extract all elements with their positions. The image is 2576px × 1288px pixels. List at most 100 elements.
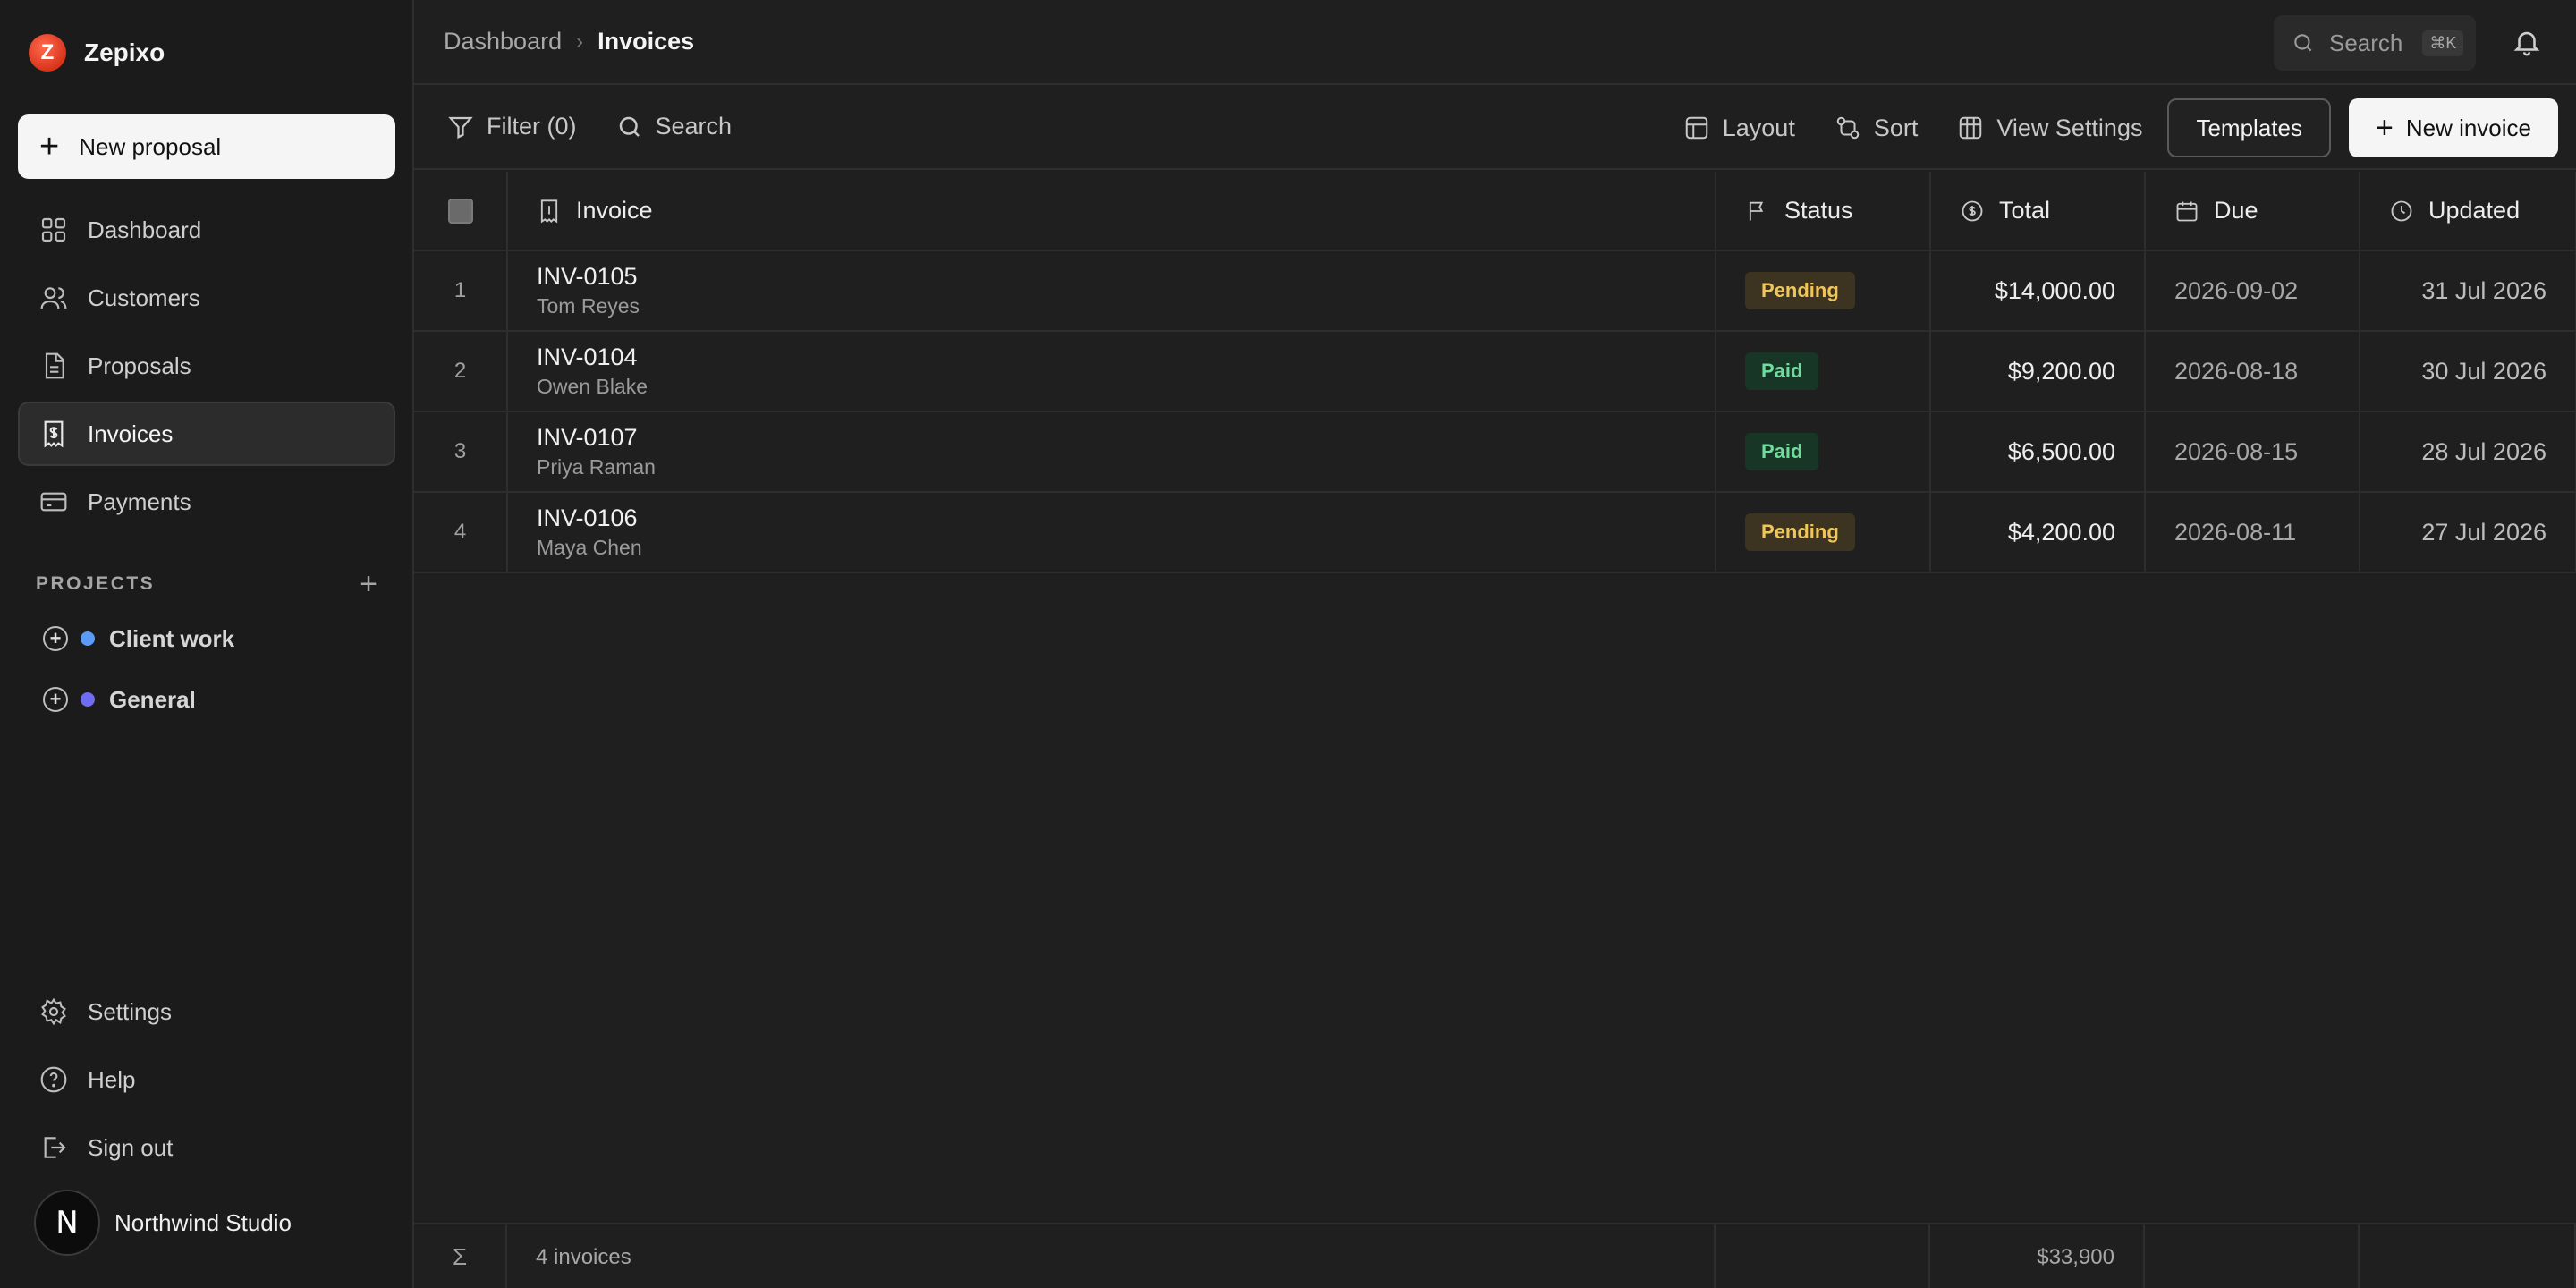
layout-icon bbox=[1685, 116, 1707, 140]
invoice-table: Invoice Status Total Due Updated 1 INV-0… bbox=[414, 172, 2576, 573]
invoice-cell[interactable]: INV-0105 Tom Reyes bbox=[507, 250, 1716, 332]
table-row[interactable]: 3 INV-0107 Priya Raman Paid $6,500.00 20… bbox=[414, 411, 2576, 493]
account-name: Northwind Studio bbox=[114, 1208, 292, 1236]
help-icon bbox=[40, 1066, 67, 1093]
sidebar-item-label: Help bbox=[88, 1065, 136, 1093]
calendar-icon bbox=[2176, 201, 2198, 221]
search-placeholder: Search bbox=[2329, 29, 2403, 56]
updated-cell: 30 Jul 2026 bbox=[2360, 331, 2576, 412]
new-proposal-label: New proposal bbox=[79, 132, 222, 160]
new-invoice-label: New invoice bbox=[2405, 114, 2531, 141]
status-cell[interactable]: Paid bbox=[1716, 411, 1931, 493]
project-label: Client work bbox=[109, 624, 235, 652]
sidebar-item-settings[interactable]: Settings bbox=[18, 979, 395, 1044]
project-color-dot bbox=[80, 631, 95, 646]
sidebar-item-dashboard[interactable]: Dashboard bbox=[18, 198, 395, 262]
plus-icon: + bbox=[39, 128, 60, 165]
layout-button[interactable]: Layout bbox=[1683, 114, 1795, 142]
users-icon bbox=[40, 287, 67, 309]
column-header-status[interactable]: Status bbox=[1716, 172, 1931, 251]
sort-button[interactable]: Sort bbox=[1835, 114, 1919, 142]
sidebar-item-sign-out[interactable]: Sign out bbox=[18, 1115, 395, 1180]
invoice-id: INV-0105 bbox=[537, 263, 638, 290]
sort-label: Sort bbox=[1873, 114, 1919, 141]
page-title: Invoices bbox=[597, 28, 695, 55]
invoice-cell[interactable]: INV-0104 Owen Blake bbox=[507, 331, 1716, 412]
search-icon bbox=[619, 116, 640, 137]
bell-icon[interactable] bbox=[2512, 27, 2542, 57]
project-general[interactable]: + General bbox=[43, 674, 383, 724]
sidebar-item-label: Customers bbox=[88, 284, 200, 311]
expand-project-icon[interactable]: + bbox=[43, 687, 68, 712]
due-cell: 2026-08-11 bbox=[2145, 492, 2360, 573]
sidebar-nav: Dashboard Customers Proposals Invoices P… bbox=[18, 198, 395, 538]
column-label: Due bbox=[2214, 197, 2258, 224]
filter-button[interactable]: Filter (0) bbox=[447, 113, 577, 140]
topbar: Dashboard › Invoices Search ⌘K bbox=[414, 0, 2576, 85]
sidebar-item-customers[interactable]: Customers bbox=[18, 266, 395, 330]
sidebar-item-help[interactable]: Help bbox=[18, 1047, 395, 1112]
summary-due-cell bbox=[2145, 1224, 2360, 1288]
total-cell: $4,200.00 bbox=[1930, 492, 2146, 573]
table-row[interactable]: 1 INV-0105 Tom Reyes Pending $14,000.00 … bbox=[414, 250, 2576, 332]
summary-updated-cell bbox=[2360, 1224, 2576, 1288]
column-header-total[interactable]: Total bbox=[1930, 172, 2146, 251]
brand-name: Zepixo bbox=[84, 38, 165, 66]
project-color-dot bbox=[80, 692, 95, 707]
status-cell[interactable]: Pending bbox=[1716, 250, 1931, 332]
sidebar-item-proposals[interactable]: Proposals bbox=[18, 334, 395, 398]
clock-icon bbox=[2391, 200, 2412, 221]
brand-logo: Z bbox=[29, 34, 66, 72]
global-search-input[interactable]: Search ⌘K bbox=[2274, 15, 2476, 71]
project-label: General bbox=[109, 685, 196, 713]
flag-icon bbox=[1749, 201, 1764, 220]
column-header-invoice[interactable]: Invoice bbox=[507, 172, 1716, 251]
main-content: Dashboard › Invoices Search ⌘K Filter (0… bbox=[414, 0, 2576, 1288]
due-cell: 2026-08-18 bbox=[2145, 331, 2360, 412]
total-cell: $6,500.00 bbox=[1930, 411, 2146, 493]
status-cell[interactable]: Pending bbox=[1716, 492, 1931, 573]
project-client-work[interactable]: + Client work bbox=[43, 614, 383, 664]
templates-button[interactable]: Templates bbox=[2167, 98, 2331, 157]
column-label: Updated bbox=[2428, 197, 2521, 224]
filter-icon bbox=[448, 116, 473, 139]
add-project-icon[interactable]: + bbox=[360, 569, 377, 599]
account-switcher[interactable]: N Northwind Studio bbox=[34, 1190, 292, 1256]
status-cell[interactable]: Paid bbox=[1716, 331, 1931, 412]
status-badge: Paid bbox=[1745, 352, 1819, 390]
brand[interactable]: Z Zepixo bbox=[0, 27, 412, 79]
summary-count: 4 invoices bbox=[507, 1224, 1716, 1288]
table-row[interactable]: 4 INV-0106 Maya Chen Pending $4,200.00 2… bbox=[414, 492, 2576, 573]
column-header-updated[interactable]: Updated bbox=[2360, 172, 2576, 251]
new-invoice-button[interactable]: + New invoice bbox=[2348, 98, 2558, 157]
select-all-cell bbox=[414, 172, 508, 251]
expand-project-icon[interactable]: + bbox=[43, 626, 68, 651]
table-row[interactable]: 2 INV-0104 Owen Blake Paid $9,200.00 202… bbox=[414, 331, 2576, 412]
gear-icon bbox=[41, 997, 66, 1026]
row-index: 2 bbox=[414, 331, 508, 412]
column-label: Invoice bbox=[576, 197, 653, 224]
due-cell: 2026-09-02 bbox=[2145, 250, 2360, 332]
row-index: 3 bbox=[414, 411, 508, 493]
customer-name: Maya Chen bbox=[537, 536, 642, 559]
invoice-cell[interactable]: INV-0107 Priya Raman bbox=[507, 411, 1716, 493]
sidebar-item-payments[interactable]: Payments bbox=[18, 470, 395, 534]
sidebar-item-label: Payments bbox=[88, 487, 191, 515]
sidebar-item-label: Dashboard bbox=[88, 216, 202, 243]
table-header-row: Invoice Status Total Due Updated bbox=[414, 172, 2576, 251]
row-index: 1 bbox=[414, 250, 508, 332]
invoice-cell[interactable]: INV-0106 Maya Chen bbox=[507, 492, 1716, 573]
status-badge: Paid bbox=[1745, 433, 1819, 470]
new-proposal-button[interactable]: + New proposal bbox=[18, 114, 395, 179]
breadcrumb-dashboard[interactable]: Dashboard bbox=[444, 28, 562, 55]
select-all-checkbox[interactable] bbox=[447, 198, 473, 224]
search-label: Search bbox=[655, 113, 733, 140]
view-settings-button[interactable]: View Settings bbox=[1957, 114, 2142, 142]
sidebar-item-invoices[interactable]: Invoices bbox=[18, 402, 395, 466]
filter-label: Filter (0) bbox=[487, 113, 577, 140]
invoice-icon bbox=[540, 199, 558, 223]
column-header-due[interactable]: Due bbox=[2145, 172, 2360, 251]
breadcrumb: Dashboard › Invoices bbox=[444, 28, 694, 55]
sign-out-icon bbox=[44, 1137, 66, 1158]
table-search-input[interactable]: Search bbox=[616, 113, 733, 140]
